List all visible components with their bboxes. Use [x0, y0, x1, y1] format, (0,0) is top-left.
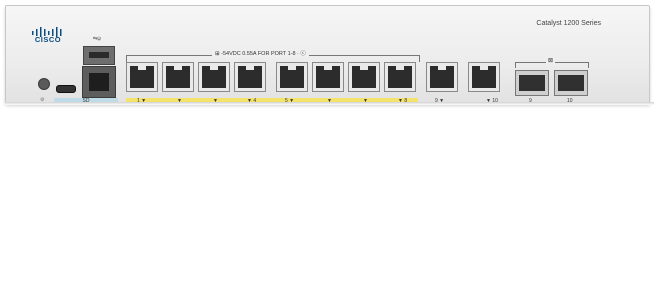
sfp-group-icon: ⊠	[546, 57, 556, 64]
ethernet-port-2[interactable]	[162, 62, 194, 92]
rj45-jack	[238, 66, 262, 88]
sfp-cage	[558, 75, 584, 91]
usb-a-port[interactable]	[83, 46, 115, 65]
ethernet-port-3[interactable]	[198, 62, 230, 92]
ethernet-port-8[interactable]	[384, 62, 416, 92]
sfp-port-9[interactable]	[515, 70, 549, 96]
ethernet-port-10[interactable]	[468, 62, 500, 92]
usb-slot	[89, 52, 109, 58]
ethernet-port-5[interactable]	[276, 62, 308, 92]
ethernet-port-1[interactable]	[126, 62, 158, 92]
rj45-jack	[130, 66, 154, 88]
poe-rating-label: ⊞ -54VDC 0.55A FOR PORT 1-8 · ⓒ	[212, 49, 309, 57]
rj45-jack	[388, 66, 412, 88]
ethernet-port-9[interactable]	[426, 62, 458, 92]
rj45-jack	[202, 66, 226, 88]
console-jack	[89, 73, 109, 91]
brand-name: CISCO	[34, 35, 62, 44]
rj45-console-port[interactable]	[82, 66, 116, 98]
rj45-jack	[430, 66, 454, 88]
ethernet-port-4[interactable]	[234, 62, 266, 92]
rj45-jack	[316, 66, 340, 88]
usb-c-console-port[interactable]	[56, 85, 76, 93]
ethernet-port-6[interactable]	[312, 62, 344, 92]
reset-button[interactable]	[38, 78, 50, 90]
model-series: Catalyst 1200 Series	[536, 20, 601, 27]
rj45-jack	[280, 66, 304, 88]
ethernet-port-7[interactable]	[348, 62, 380, 92]
rj45-jack	[166, 66, 190, 88]
rj45-jack	[472, 66, 496, 88]
sfp-port-10[interactable]	[554, 70, 588, 96]
sfp-cage	[519, 75, 545, 91]
rj45-jack	[352, 66, 376, 88]
switch-front-panel: CISCO Catalyst 1200 Series ⚙ ⇆ψ SD ⊞ -54…	[5, 5, 650, 105]
usb-label: ⇆ψ	[93, 36, 101, 42]
panel-shadow	[5, 102, 654, 105]
